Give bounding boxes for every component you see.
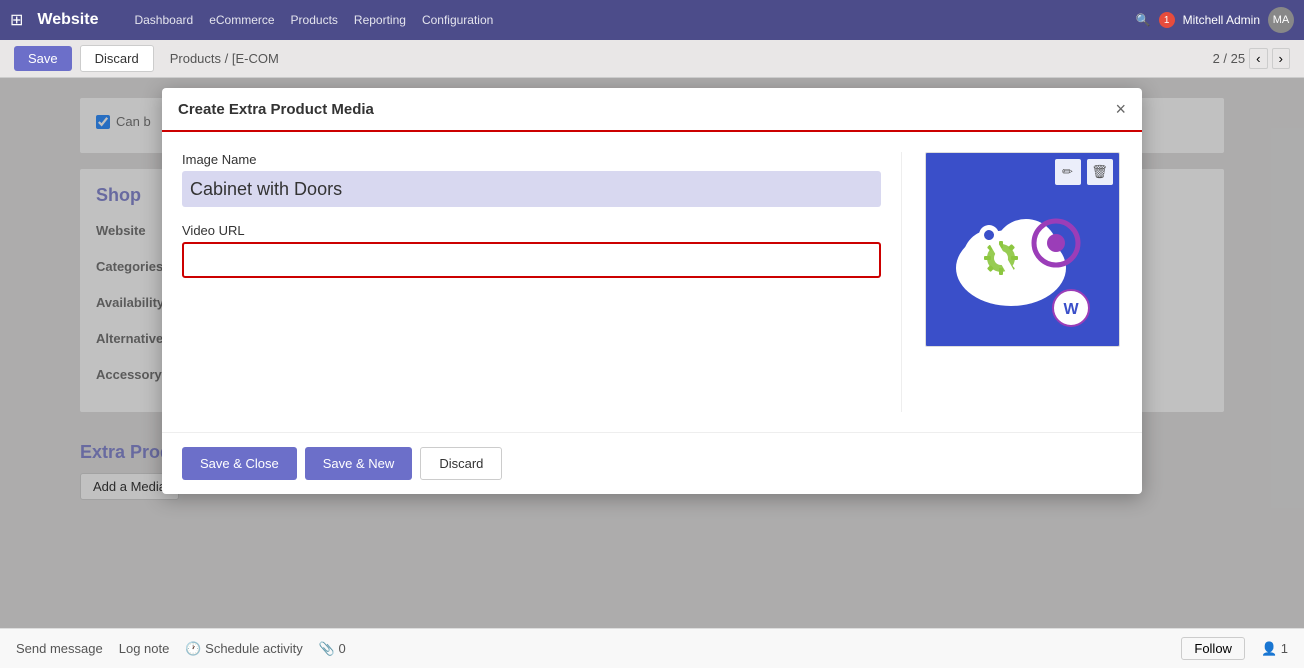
discard-footer-button[interactable]: Discard <box>420 447 502 480</box>
person-icon: 👤 <box>1261 641 1277 656</box>
follower-count: 👤 1 <box>1261 641 1288 657</box>
edit-image-button[interactable]: ✏ <box>1055 159 1081 185</box>
follower-number: 1 <box>1281 641 1288 656</box>
breadcrumb-bar: Save Discard Products / [E-COM 2 / 25 ‹ … <box>0 40 1304 78</box>
pagination-text: 2 / 25 <box>1213 51 1246 66</box>
clock-icon: 🕐 <box>185 641 201 656</box>
nav-reporting[interactable]: Reporting <box>348 13 412 27</box>
next-button[interactable]: › <box>1272 48 1290 69</box>
save-new-button[interactable]: Save & New <box>305 447 413 480</box>
send-message-button[interactable]: Send message <box>16 641 103 656</box>
nav-ecommerce[interactable]: eCommerce <box>203 13 280 27</box>
create-extra-product-media-dialog: Create Extra Product Media × Image Name … <box>162 88 1142 494</box>
image-name-label: Image Name <box>182 152 881 167</box>
video-url-input[interactable] <box>182 242 881 278</box>
attachment-count: 0 <box>339 641 346 656</box>
nav-products[interactable]: Products <box>285 13 344 27</box>
attachment-button[interactable]: 📎 0 <box>319 641 346 657</box>
modal-body: Image Name Cabinet with Doors Video URL … <box>162 132 1142 432</box>
nav-dashboard[interactable]: Dashboard <box>128 13 199 27</box>
breadcrumb-pagination: 2 / 25 ‹ › <box>1213 48 1290 69</box>
save-button[interactable]: Save <box>14 46 72 71</box>
modal-preview: ✏ 🗑 <box>922 152 1122 412</box>
main-content: Can b Shop Website Categories Availabili… <box>0 78 1304 668</box>
modal-form: Image Name Cabinet with Doors Video URL <box>182 152 902 412</box>
search-icon[interactable]: 🔍 <box>1136 13 1151 27</box>
delete-image-button[interactable]: 🗑 <box>1087 159 1113 185</box>
video-url-group: Video URL <box>182 223 881 278</box>
modal-overlay: Create Extra Product Media × Image Name … <box>0 78 1304 668</box>
schedule-activity-button[interactable]: 🕐 Schedule activity <box>185 641 302 657</box>
user-name[interactable]: Mitchell Admin <box>1183 13 1260 27</box>
modal-footer: Save & Close Save & New Discard <box>162 432 1142 494</box>
image-actions: ✏ 🗑 <box>1055 159 1113 185</box>
bottom-bar: Send message Log note 🕐 Schedule activit… <box>0 628 1304 668</box>
topbar-nav: Dashboard eCommerce Products Reporting C… <box>128 13 1125 27</box>
prev-button[interactable]: ‹ <box>1249 48 1267 69</box>
breadcrumb: Products / [E-COM <box>170 51 279 66</box>
svg-text:W: W <box>1063 301 1079 318</box>
nav-configuration[interactable]: Configuration <box>416 13 499 27</box>
topbar-right: 🔍 1 Mitchell Admin MA <box>1136 7 1294 33</box>
notification-badge[interactable]: 1 <box>1159 12 1175 28</box>
paperclip-icon: 📎 <box>319 641 335 656</box>
discard-button[interactable]: Discard <box>80 45 154 72</box>
follow-button[interactable]: Follow <box>1181 637 1245 660</box>
log-note-button[interactable]: Log note <box>119 641 170 656</box>
close-button[interactable]: × <box>1115 100 1126 118</box>
image-name-input[interactable]: Cabinet with Doors <box>182 171 881 207</box>
topbar: ⊞ Website Dashboard eCommerce Products R… <box>0 0 1304 40</box>
modal-header: Create Extra Product Media × <box>162 88 1142 132</box>
save-close-button[interactable]: Save & Close <box>182 447 297 480</box>
schedule-activity-label: Schedule activity <box>205 641 303 656</box>
app-name[interactable]: Website <box>37 11 98 29</box>
avatar[interactable]: MA <box>1268 7 1294 33</box>
image-name-group: Image Name Cabinet with Doors <box>182 152 881 207</box>
modal-title: Create Extra Product Media <box>178 101 374 118</box>
grid-icon[interactable]: ⊞ <box>10 10 23 30</box>
video-url-label: Video URL <box>182 223 881 238</box>
image-container: ✏ 🗑 <box>925 152 1120 347</box>
